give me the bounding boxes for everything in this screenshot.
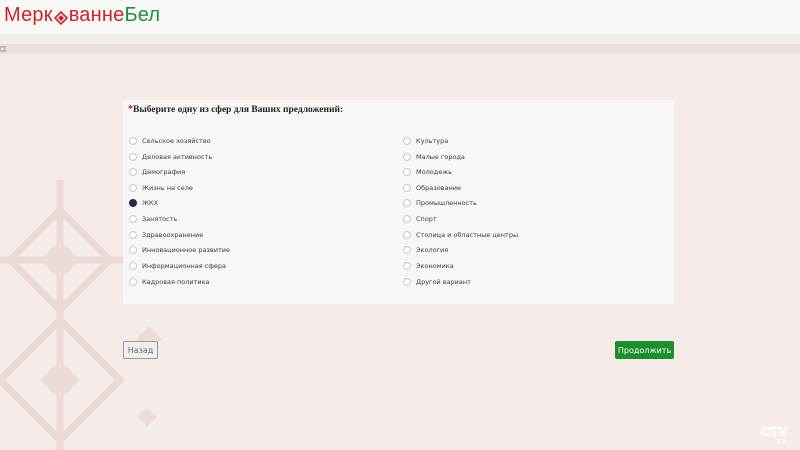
radio-label: Информационная сфера bbox=[142, 262, 226, 270]
logo-text-part2: ванне bbox=[68, 3, 125, 26]
site-logo[interactable]: Мерк ванне Бел bbox=[4, 3, 160, 27]
radio-label: Здравоохранение bbox=[142, 231, 204, 239]
radio-option[interactable]: Столица и областные центры bbox=[403, 229, 518, 241]
logo-text-part1: Мерк bbox=[4, 3, 53, 26]
radio-button[interactable] bbox=[403, 199, 411, 207]
radio-option[interactable]: Инновационное развитие bbox=[129, 244, 230, 256]
question-text: Выберите одну из сфер для Ваших предложе… bbox=[133, 105, 344, 115]
radio-button[interactable] bbox=[403, 215, 411, 223]
radio-option[interactable]: Малые города bbox=[403, 151, 465, 163]
radio-label: Экономика bbox=[416, 262, 454, 270]
radio-button[interactable] bbox=[129, 262, 137, 270]
radio-option[interactable]: Экономика bbox=[403, 260, 454, 272]
radio-label: Столица и областные центры bbox=[416, 231, 519, 239]
radio-option[interactable]: Деловая активность bbox=[129, 151, 212, 163]
question-title: *Выберите одну из сфер для Ваших предлож… bbox=[128, 104, 343, 115]
radio-label: Спорт bbox=[416, 215, 437, 223]
radio-label: Демография bbox=[142, 168, 186, 176]
radio-button[interactable] bbox=[129, 184, 137, 192]
radio-button[interactable] bbox=[403, 153, 411, 161]
radio-option[interactable]: Демография bbox=[129, 166, 185, 178]
collapse-arrow-icon[interactable] bbox=[0, 46, 6, 52]
radio-button[interactable] bbox=[403, 231, 411, 239]
ctv-watermark-logo: CTV .BY bbox=[761, 424, 788, 447]
radio-option[interactable]: Жизнь на селе bbox=[129, 182, 193, 194]
radio-option[interactable]: Культура bbox=[403, 135, 448, 147]
radio-button[interactable] bbox=[403, 137, 411, 145]
radio-label: Кадровая политика bbox=[142, 278, 210, 286]
radio-option[interactable]: Экология bbox=[403, 244, 448, 256]
radio-option[interactable]: Молодежь bbox=[403, 166, 452, 178]
radio-label: Культура bbox=[416, 137, 449, 145]
radio-option[interactable]: Информационная сфера bbox=[129, 260, 226, 272]
radio-button[interactable] bbox=[129, 215, 137, 223]
radio-label: Малые города bbox=[416, 153, 465, 161]
radio-button[interactable] bbox=[129, 231, 137, 239]
radio-button[interactable] bbox=[129, 137, 137, 145]
radio-option[interactable]: Образование bbox=[403, 182, 461, 194]
radio-button[interactable] bbox=[403, 168, 411, 176]
radio-option[interactable]: Сельское хозяйство bbox=[129, 135, 211, 147]
logo-text-part3: Бел bbox=[124, 3, 161, 26]
radio-button[interactable] bbox=[129, 246, 137, 254]
radio-option[interactable]: Занятость bbox=[129, 213, 177, 225]
radio-label: Деловая активность bbox=[142, 153, 213, 161]
radio-button[interactable] bbox=[129, 168, 137, 176]
question-panel bbox=[123, 100, 674, 304]
radio-button[interactable] bbox=[403, 278, 411, 286]
radio-label: Занятость bbox=[142, 215, 178, 223]
radio-label: Молодежь bbox=[416, 168, 452, 176]
logo-ornament-icon bbox=[53, 8, 68, 26]
site-header: Мерк ванне Бел bbox=[0, 0, 800, 34]
radio-option[interactable]: Кадровая политика bbox=[129, 276, 210, 288]
radio-button[interactable] bbox=[129, 278, 137, 286]
radio-option[interactable]: Другой вариант bbox=[403, 276, 471, 288]
radio-label: Другой вариант bbox=[416, 278, 471, 286]
radio-button[interactable] bbox=[403, 262, 411, 270]
back-button[interactable]: Назад bbox=[123, 341, 158, 359]
radio-option[interactable]: ЖКХ bbox=[129, 197, 158, 209]
radio-option[interactable]: Спорт bbox=[403, 213, 437, 225]
radio-button[interactable] bbox=[403, 246, 411, 254]
radio-label: Жизнь на селе bbox=[142, 184, 193, 192]
radio-option[interactable]: Здравоохранение bbox=[129, 229, 203, 241]
toolbar-strip bbox=[0, 44, 800, 54]
radio-label: Экология bbox=[416, 246, 449, 254]
radio-button[interactable] bbox=[403, 184, 411, 192]
radio-label: Сельское хозяйство bbox=[142, 137, 211, 145]
radio-button[interactable] bbox=[129, 153, 137, 161]
continue-button[interactable]: Продолжить bbox=[615, 341, 674, 359]
radio-label: Инновационное развитие bbox=[142, 246, 230, 254]
radio-label: Промышленность bbox=[416, 199, 477, 207]
watermark-sub: .BY bbox=[775, 439, 787, 446]
radio-option[interactable]: Промышленность bbox=[403, 197, 477, 209]
radio-label: ЖКХ bbox=[142, 199, 159, 207]
header-subbar bbox=[0, 34, 800, 44]
radio-button-selected[interactable] bbox=[129, 199, 137, 207]
watermark-text: CTV bbox=[761, 424, 787, 439]
radio-label: Образование bbox=[416, 184, 461, 192]
